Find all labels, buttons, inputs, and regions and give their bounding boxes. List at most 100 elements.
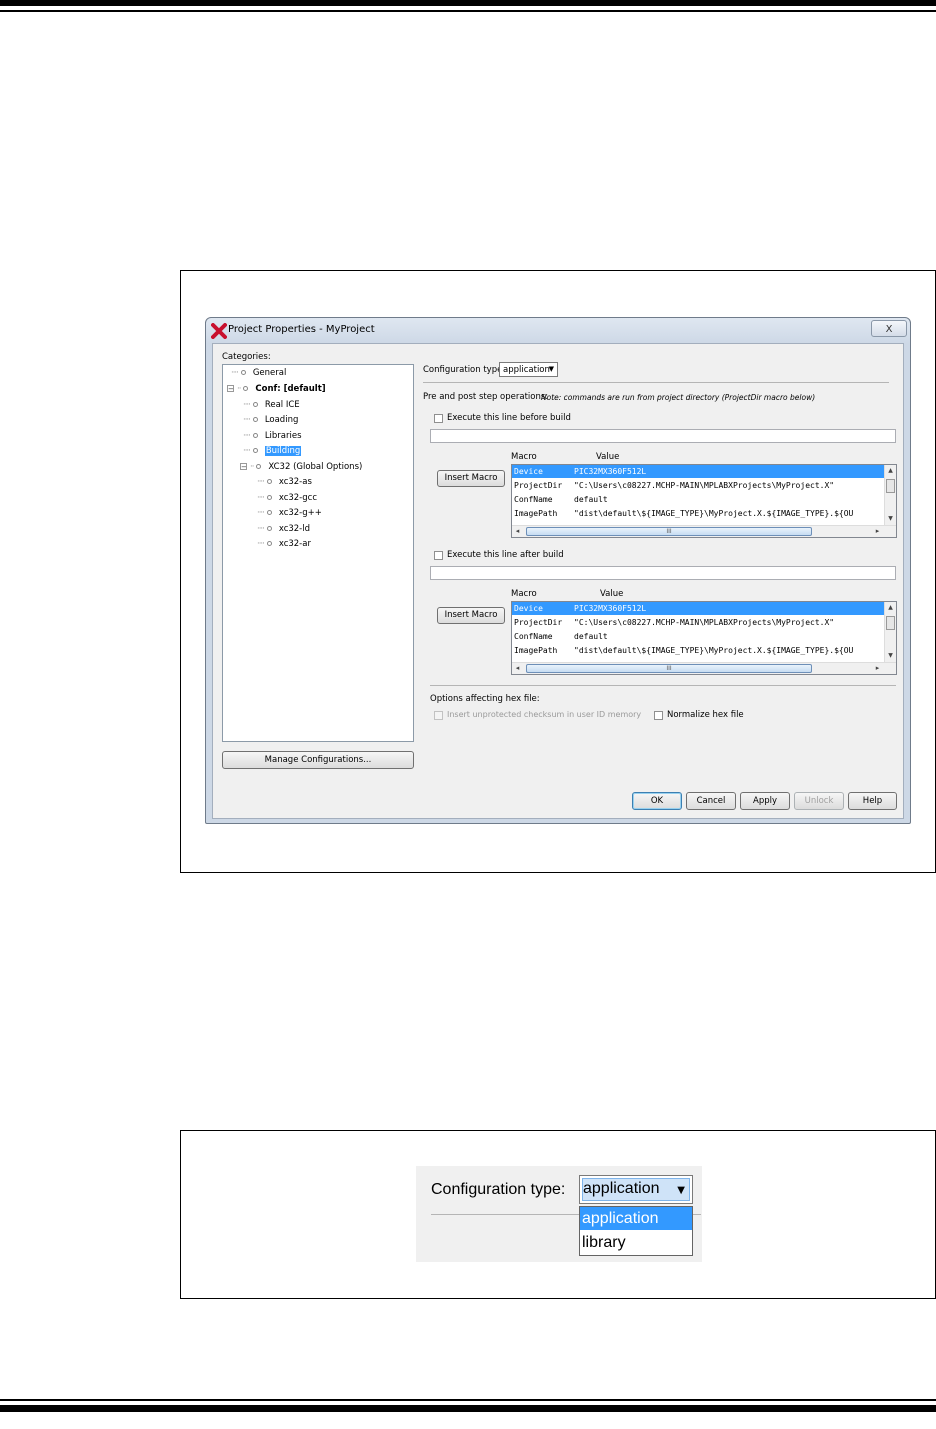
tree-item-conf-default[interactable]: − ·· Conf: [default] (227, 383, 326, 395)
footer-rule-thick (0, 1405, 936, 1412)
before-build-checkbox[interactable] (434, 414, 443, 423)
table-row[interactable]: ImagePath "dist\default\${IMAGE_TYPE}\MyP… (512, 644, 884, 657)
tree-item-real-ice[interactable]: ···· Real ICE (243, 399, 300, 411)
node-icon (266, 526, 272, 531)
config-type-zoom: Configuration type: application ▼ applic… (416, 1166, 702, 1262)
tree-item-xc32-gcc[interactable]: ···· xc32-gcc (257, 492, 317, 504)
scroll-down-icon[interactable]: ▼ (885, 513, 896, 524)
before-build-command-input[interactable] (430, 429, 896, 443)
node-icon (252, 448, 258, 453)
separator (423, 382, 889, 383)
insert-macro-after-button[interactable]: Insert Macro (437, 607, 505, 624)
scroll-right-icon[interactable]: ▸ (872, 663, 883, 674)
cancel-button[interactable]: Cancel (686, 792, 736, 810)
horizontal-scrollbar[interactable]: ◂ III ▸ (512, 662, 896, 674)
macro-table-after[interactable]: Device PIC32MX360F512L ProjectDir "C:\User… (511, 601, 897, 675)
node-icon (256, 464, 262, 469)
figure-2-frame: Configuration type: application ▼ applic… (180, 1130, 936, 1299)
scroll-thumb[interactable]: III (526, 664, 812, 673)
separator (430, 685, 896, 686)
normalize-hex-checkbox[interactable] (654, 711, 663, 720)
node-icon (266, 479, 272, 484)
vertical-scrollbar[interactable]: ▲ ▼ (884, 465, 896, 525)
node-icon (252, 417, 258, 422)
table-row[interactable]: ConfName default (512, 630, 884, 643)
scroll-right-icon[interactable]: ▸ (872, 526, 883, 537)
tree-item-loading[interactable]: ···· Loading (243, 414, 298, 426)
collapse-icon[interactable]: − (240, 463, 247, 471)
scroll-thumb[interactable] (886, 479, 895, 493)
vertical-scrollbar[interactable]: ▲ ▼ (884, 602, 896, 662)
help-button[interactable]: Help (848, 792, 897, 810)
tree-item-xc32-global[interactable]: − ·· XC32 (Global Options) (240, 461, 362, 473)
unlock-button[interactable]: Unlock (794, 792, 844, 810)
table-row[interactable]: ImagePath "dist\default\${IMAGE_TYPE}\MyP… (512, 507, 884, 520)
config-type-dropdown[interactable]: application ▼ (579, 1175, 693, 1204)
table-row[interactable]: Device PIC32MX360F512L (512, 602, 884, 615)
apply-button[interactable]: Apply (740, 792, 790, 810)
config-type-label: Configuration type: (431, 1181, 566, 1198)
dialog-title: Project Properties - MyProject (228, 324, 375, 335)
node-icon (252, 433, 258, 438)
config-type-label: Configuration type: (423, 365, 506, 375)
tree-item-general[interactable]: ···· General (231, 367, 286, 379)
scroll-thumb[interactable] (886, 616, 895, 630)
checksum-checkbox[interactable] (434, 711, 443, 720)
tree-item-xc32-as[interactable]: ···· xc32-as (257, 476, 312, 488)
tree-item-xc32-gpp[interactable]: ···· xc32-g++ (257, 507, 322, 519)
pre-post-note: Note: commands are run from project dire… (541, 393, 816, 402)
chevron-down-icon: ▼ (548, 365, 554, 373)
scroll-left-icon[interactable]: ◂ (512, 663, 523, 674)
before-build-label: Execute this line before build (447, 413, 571, 423)
scroll-down-icon[interactable]: ▼ (885, 650, 896, 661)
collapse-icon[interactable]: − (227, 385, 234, 393)
macro-table-before[interactable]: Device PIC32MX360F512L ProjectDir "C:\User… (511, 464, 897, 538)
scroll-left-icon[interactable]: ◂ (512, 526, 523, 537)
scroll-up-icon[interactable]: ▲ (885, 602, 896, 613)
node-icon (240, 370, 246, 375)
project-properties-dialog: Project Properties - MyProject X Categor… (205, 317, 911, 824)
after-build-command-input[interactable] (430, 566, 896, 580)
config-type-dropdown[interactable]: application ▼ (499, 362, 558, 377)
table-row[interactable]: Device PIC32MX360F512L (512, 465, 884, 478)
table-row[interactable]: ProjectDir "C:\Users\c08227.MCHP-MAIN\MPL… (512, 479, 884, 492)
manage-configurations-button[interactable]: Manage Configurations... (222, 751, 414, 769)
header-rule-thin (0, 10, 936, 12)
table-row[interactable]: ProjectDir "C:\Users\c08227.MCHP-MAIN\MPL… (512, 616, 884, 629)
tree-item-building[interactable]: ···· Building (243, 445, 302, 457)
option-application[interactable]: application (580, 1207, 692, 1230)
chevron-down-icon: ▼ (677, 1185, 685, 1196)
node-icon (243, 386, 249, 391)
node-icon (252, 402, 258, 407)
value-column-header: Value (596, 452, 620, 462)
hex-options-label: Options affecting hex file: (430, 694, 540, 704)
value-column-header: Value (600, 589, 624, 599)
title-bar[interactable]: Project Properties - MyProject X (206, 318, 910, 342)
normalize-hex-label: Normalize hex file (667, 710, 744, 720)
mplab-x-icon (211, 323, 227, 339)
macro-column-header: Macro (511, 452, 537, 462)
categories-tree[interactable]: ···· General − ·· Conf: [default] ···· Real … (222, 364, 414, 742)
tree-item-libraries[interactable]: ···· Libraries (243, 430, 302, 442)
pre-post-label: Pre and post step operations: (423, 392, 549, 402)
scroll-thumb[interactable]: III (526, 527, 812, 536)
insert-macro-before-button[interactable]: Insert Macro (437, 470, 505, 487)
scroll-up-icon[interactable]: ▲ (885, 465, 896, 476)
tree-item-xc32-ld[interactable]: ···· xc32-ld (257, 523, 310, 535)
tree-item-xc32-ar[interactable]: ···· xc32-ar (257, 538, 311, 550)
horizontal-scrollbar[interactable]: ◂ III ▸ (512, 525, 896, 537)
table-row[interactable]: ConfName default (512, 493, 884, 506)
node-icon (266, 541, 272, 546)
after-build-checkbox[interactable] (434, 551, 443, 560)
node-icon (266, 510, 272, 515)
categories-label: Categories: (222, 352, 271, 362)
option-library[interactable]: library (580, 1231, 692, 1254)
config-type-options-list[interactable]: application library (579, 1206, 693, 1256)
ok-button[interactable]: OK (632, 792, 682, 810)
footer-rule-thin (0, 1399, 936, 1401)
node-icon (266, 495, 272, 500)
after-build-label: Execute this line after build (447, 550, 564, 560)
header-rule-thick (0, 0, 936, 6)
macro-column-header: Macro (511, 589, 537, 599)
close-button[interactable]: X (871, 320, 907, 337)
